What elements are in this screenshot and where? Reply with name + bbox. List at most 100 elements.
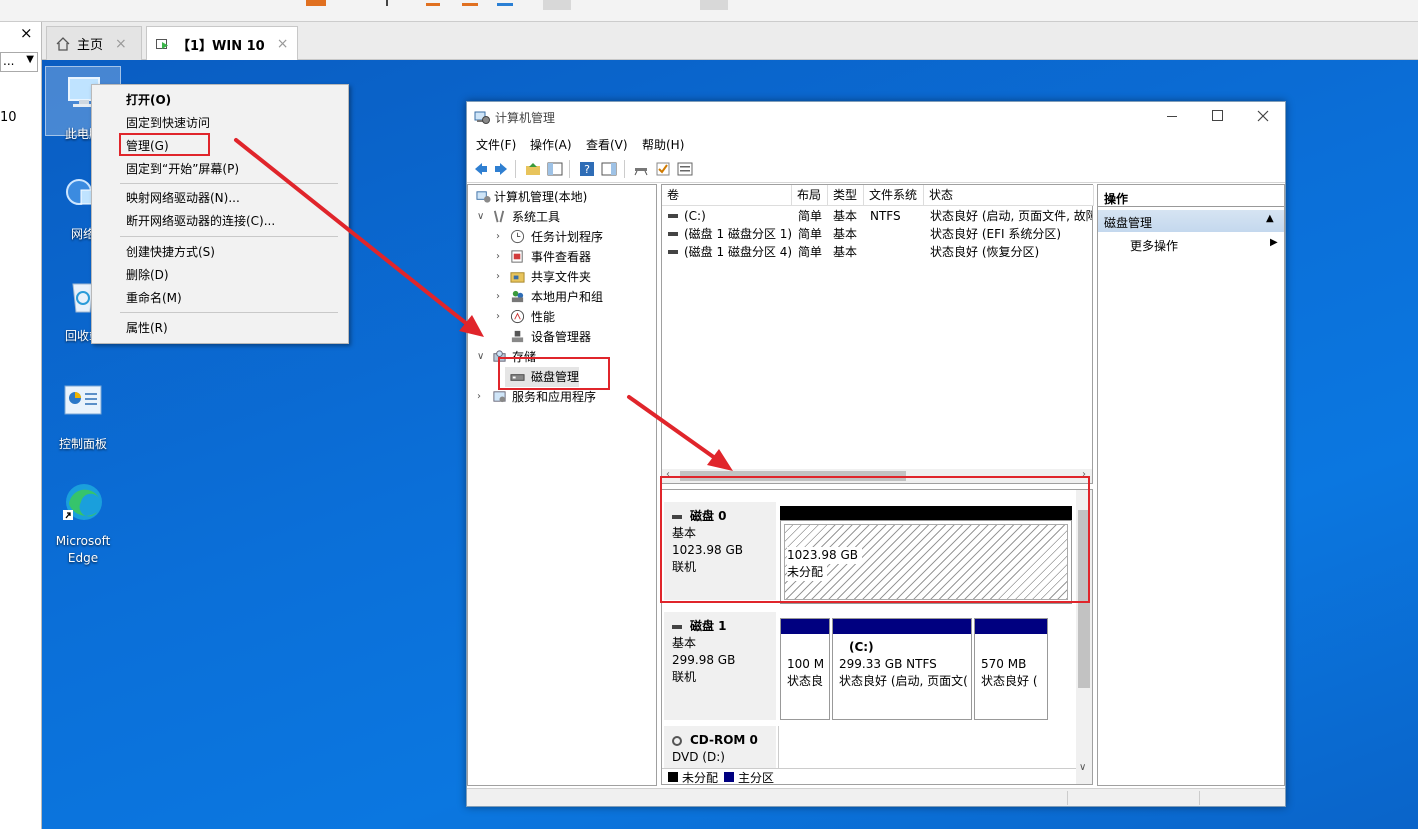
close-icon[interactable] <box>1257 110 1269 122</box>
menu-help[interactable]: 帮助(H) <box>642 136 684 153</box>
context-menu: 打开(O) 固定到快速访问 管理(G) 固定到“开始”屏幕(P) 映射网络驱动器… <box>91 84 349 344</box>
cdrom-type: DVD (D:) <box>672 750 725 764</box>
properties-icon[interactable] <box>677 161 693 177</box>
up-folder-icon[interactable] <box>525 161 541 177</box>
actions-section-label: 磁盘管理 <box>1104 216 1153 230</box>
connect-icon[interactable] <box>633 161 649 177</box>
menu-separator <box>120 183 338 184</box>
tab-home[interactable]: 主页 × <box>46 26 142 60</box>
library-close-icon[interactable]: × <box>20 24 33 42</box>
column-layout[interactable]: 布局 <box>792 185 828 205</box>
menu-item-pin-start[interactable]: 固定到“开始”屏幕(P) <box>126 160 239 178</box>
annotation-box-manage <box>119 133 210 156</box>
help-icon[interactable]: ? <box>579 161 595 177</box>
host-library-panel: × ... ▼ 10 <box>0 22 42 829</box>
tab-home-close-icon[interactable]: × <box>115 36 127 52</box>
actions-section[interactable]: 磁盘管理 ▲ <box>1098 210 1284 232</box>
column-status[interactable]: 状态 <box>924 185 1094 205</box>
partition-recovery[interactable]: 570 MB 状态良好 ( <box>974 618 1048 720</box>
tree-services[interactable]: 服务和应用程序 <box>512 388 596 406</box>
chevron-right-icon[interactable]: › <box>477 391 481 402</box>
table-row[interactable]: (磁盘 1 磁盘分区 4) 简单 基本 状态良好 (恢复分区) <box>662 243 1094 261</box>
tree-shared-folders[interactable]: 共享文件夹 <box>531 268 591 286</box>
disk-1-size: 299.98 GB <box>672 653 736 667</box>
revert-icon[interactable] <box>426 0 440 6</box>
menu-item-rename[interactable]: 重命名(M) <box>126 289 182 307</box>
tree-performance[interactable]: 性能 <box>531 308 555 326</box>
chevron-right-icon[interactable]: › <box>496 291 500 302</box>
menu-separator <box>120 236 338 237</box>
download-icon[interactable] <box>386 0 396 6</box>
show-hide-tree-icon[interactable] <box>547 161 563 177</box>
pause-icon[interactable] <box>306 0 326 6</box>
volume-name: (磁盘 1 磁盘分区 4) <box>684 245 792 259</box>
menu-view[interactable]: 查看(V) <box>586 136 628 153</box>
home-icon <box>56 36 70 51</box>
column-filesystem[interactable]: 文件系统 <box>864 185 924 205</box>
show-hide-action-pane-icon[interactable] <box>601 161 617 177</box>
snapshot-icon[interactable] <box>462 0 478 6</box>
chevron-down-icon[interactable]: ∨ <box>477 211 484 222</box>
tab-win10-label: 【1】WIN 10 <box>177 38 265 54</box>
menu-item-pin-quick-access[interactable]: 固定到快速访问 <box>126 114 210 132</box>
maximize-icon[interactable] <box>1212 110 1223 121</box>
menu-item-map-drive[interactable]: 映射网络驱动器(N)... <box>126 189 240 207</box>
scroll-down-icon[interactable]: ∨ <box>1079 762 1086 773</box>
fullscreen-icon[interactable] <box>700 0 728 10</box>
disk-1-info[interactable]: 磁盘 1 基本 299.98 GB 联机 <box>664 612 776 720</box>
snapshot-manager-icon[interactable] <box>497 0 513 6</box>
window-title-bar: 计算机管理 <box>467 102 1285 132</box>
desktop-icon-control-panel[interactable]: 控制面板 <box>45 382 121 452</box>
partition-label: (C:) <box>849 640 874 654</box>
window-title: 计算机管理 <box>495 111 556 125</box>
volume-name: (C:) <box>684 209 706 223</box>
tree-device-manager[interactable]: 设备管理器 <box>531 328 591 346</box>
tree-task-scheduler[interactable]: 任务计划程序 <box>531 228 603 246</box>
chevron-right-icon[interactable]: › <box>496 231 500 242</box>
menu-file[interactable]: 文件(F) <box>476 136 516 153</box>
chevron-right-icon[interactable]: › <box>496 251 500 262</box>
status-divider <box>1199 791 1200 805</box>
forward-icon[interactable] <box>493 161 509 177</box>
menu-item-disconnect-drive[interactable]: 断开网络驱动器的连接(C)... <box>126 212 275 230</box>
edge-icon <box>63 484 102 520</box>
menu-item-open[interactable]: 打开(O) <box>126 91 171 109</box>
tree-local-users[interactable]: 本地用户和组 <box>531 288 603 306</box>
menu-item-delete[interactable]: 删除(D) <box>126 266 169 284</box>
check-icon[interactable] <box>655 161 671 177</box>
library-search-select[interactable]: ... ▼ <box>0 52 38 72</box>
collapse-icon[interactable]: ▲ <box>1266 213 1274 224</box>
tree-system-tools[interactable]: 系统工具 <box>512 208 560 226</box>
action-more[interactable]: 更多操作 <box>1130 237 1178 254</box>
table-row[interactable]: (C:) 简单 基本 NTFS 状态良好 (启动, 页面文件, 故障 <box>662 207 1094 225</box>
partition-c[interactable]: (C:) 299.33 GB NTFS 状态良好 (启动, 页面文( <box>832 618 972 720</box>
performance-icon <box>510 309 525 324</box>
partition-efi[interactable]: 100 M 状态良 <box>780 618 830 720</box>
tree-root[interactable]: 计算机管理(本地) <box>494 188 587 206</box>
menu-item-create-shortcut[interactable]: 创建快捷方式(S) <box>126 243 215 261</box>
menu-action[interactable]: 操作(A) <box>530 136 572 153</box>
minimize-icon[interactable] <box>1167 116 1177 117</box>
cdrom-info[interactable]: CD-ROM 0 DVD (D:) <box>664 726 776 770</box>
column-volume[interactable]: 卷 <box>662 185 792 205</box>
chevron-right-icon[interactable]: › <box>496 271 500 282</box>
volume-layout: 简单 <box>798 227 823 241</box>
chevron-down-icon[interactable]: ∨ <box>477 351 484 362</box>
back-icon[interactable] <box>473 161 489 177</box>
control-panel-icon <box>64 385 102 415</box>
desktop-icon-label: 控制面板 <box>58 437 107 451</box>
table-row[interactable]: (磁盘 1 磁盘分区 1) 简单 基本 状态良好 (EFI 系统分区) <box>662 225 1094 243</box>
cd-icon <box>672 735 682 746</box>
partition-line2: 状态良好 ( <box>981 674 1038 688</box>
volume-list: 卷 布局 类型 文件系统 状态 (C:) 简单 基本 NTFS 状态良好 (启动… <box>661 184 1094 484</box>
view-icon[interactable] <box>543 0 571 10</box>
tab-win10-close-icon[interactable]: × <box>277 36 289 52</box>
tab-win10[interactable]: 【1】WIN 10 × <box>146 26 298 61</box>
library-item[interactable]: 10 <box>0 110 17 125</box>
chevron-right-icon[interactable]: › <box>496 311 500 322</box>
partition-line2: 状态良 <box>787 674 824 688</box>
menu-item-properties[interactable]: 属性(R) <box>126 319 168 337</box>
tree-event-viewer[interactable]: 事件查看器 <box>531 248 591 266</box>
desktop-icon-edge[interactable]: Microsoft Edge <box>45 480 121 567</box>
column-type[interactable]: 类型 <box>828 185 864 205</box>
